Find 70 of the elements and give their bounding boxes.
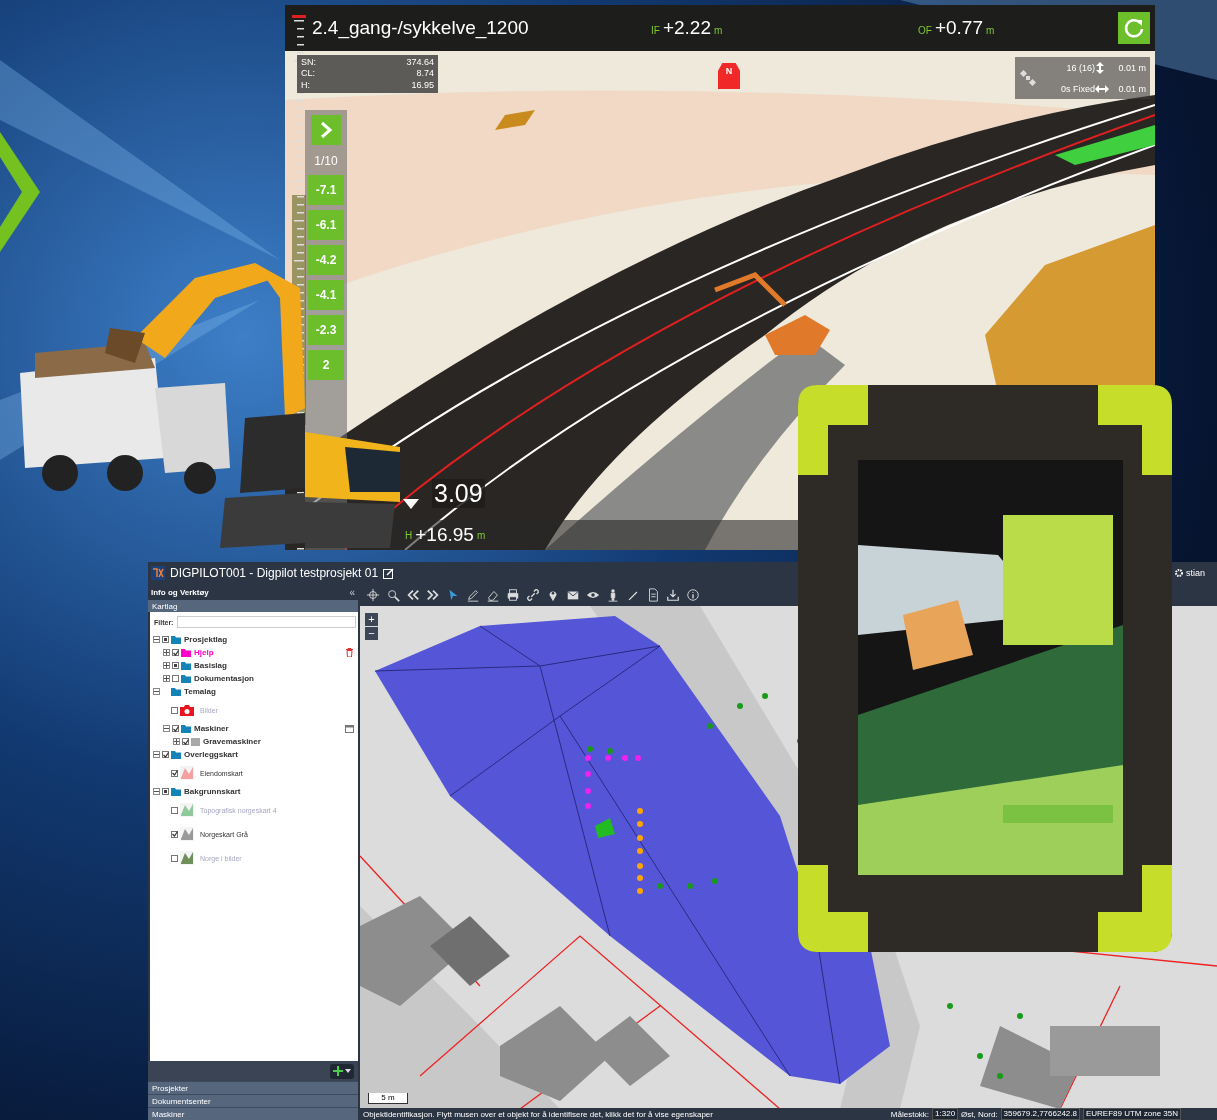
checkbox[interactable] xyxy=(171,769,178,777)
crosshair-icon xyxy=(365,588,380,602)
layer-name[interactable]: Maskiner xyxy=(194,724,229,733)
coords-label: Øst, Nord: xyxy=(961,1109,998,1119)
status-message: Objektidentifikasjon. Flytt musen over et objekt for å identifisere det, klikk det for å vise egenskaper xyxy=(363,1109,714,1119)
expand-toggle[interactable] xyxy=(153,751,160,758)
layer-name[interactable]: Gravemaskiner xyxy=(203,737,261,746)
crs-field: EUREF89 UTM zone 35N xyxy=(1082,1108,1181,1120)
checkbox[interactable] xyxy=(172,675,179,682)
layer-name[interactable]: Dokumentasjon xyxy=(194,674,254,683)
collapse-button[interactable]: « xyxy=(349,586,355,598)
folder-icon xyxy=(171,750,181,759)
checkbox[interactable] xyxy=(172,649,179,656)
download-icon xyxy=(665,588,680,602)
crosshair-tool[interactable] xyxy=(364,586,381,604)
checkbox[interactable] xyxy=(162,636,169,643)
user-name[interactable]: stian xyxy=(1186,568,1205,578)
layer-name[interactable]: Bakgrunnskart xyxy=(184,787,241,796)
accordion-item[interactable]: Dokumentsenter xyxy=(148,1094,358,1107)
zoom-button[interactable]: + xyxy=(365,613,378,626)
info-tool[interactable] xyxy=(684,586,701,604)
checkbox[interactable] xyxy=(172,725,179,732)
trash-icon[interactable] xyxy=(345,648,354,657)
link-icon xyxy=(525,588,540,602)
expand-toggle[interactable] xyxy=(153,636,160,643)
accordion-item[interactable]: Maskiner xyxy=(148,1107,358,1120)
layer-name[interactable]: Overleggskart xyxy=(184,750,238,759)
layer-name[interactable]: Prosjektlag xyxy=(184,635,228,644)
double-right-icon xyxy=(425,588,440,602)
checkbox[interactable] xyxy=(171,830,178,838)
expand-toggle[interactable] xyxy=(153,688,160,695)
pencil-icon xyxy=(465,588,480,602)
checkbox[interactable] xyxy=(182,738,189,745)
checkbox[interactable] xyxy=(162,751,169,758)
expand-toggle[interactable] xyxy=(163,649,170,656)
camera-icon xyxy=(180,704,194,716)
double-left-icon xyxy=(405,588,420,602)
expand-toggle[interactable] xyxy=(173,738,180,745)
panel-title: Info og Verktøy xyxy=(151,587,209,597)
plus-icon xyxy=(333,1066,351,1076)
printer-icon xyxy=(505,588,520,602)
link-tool[interactable] xyxy=(524,586,541,604)
scale-label: Målestokk: xyxy=(890,1109,930,1119)
folder-icon xyxy=(171,787,181,796)
layer-name[interactable]: Temalag xyxy=(184,687,216,696)
zoom-button[interactable]: − xyxy=(365,627,378,640)
info-icon xyxy=(685,588,700,602)
layer-name[interactable]: Basislag xyxy=(194,661,227,670)
add-layer-button[interactable] xyxy=(330,1063,354,1079)
folder-icon xyxy=(181,724,191,733)
expand-toggle[interactable] xyxy=(163,725,170,732)
app-logo-icon xyxy=(151,566,165,580)
coords-field: 359679.2,7766242.8 xyxy=(1000,1108,1080,1120)
window-title: DIGPILOT001 - Digpilot testprosjekt 01 xyxy=(170,566,379,580)
expand-toggle[interactable] xyxy=(163,675,170,682)
zoom-icon xyxy=(385,588,400,602)
checkbox[interactable] xyxy=(162,788,169,795)
expand-toggle[interactable] xyxy=(153,788,160,795)
filter-field[interactable] xyxy=(177,616,357,628)
scale-bar: 5 m xyxy=(368,1093,408,1104)
edit-icon[interactable] xyxy=(383,567,395,579)
eraser-icon xyxy=(485,588,500,602)
scale-field: 1:320 xyxy=(932,1108,959,1120)
section-header: Kartlag xyxy=(148,600,358,612)
mail-icon xyxy=(565,588,580,602)
accordion-item[interactable]: Prosjekter xyxy=(148,1081,358,1094)
checkbox[interactable] xyxy=(172,662,179,669)
calendar-icon[interactable] xyxy=(345,724,354,733)
square-icon xyxy=(191,737,200,746)
expand-toggle[interactable] xyxy=(163,662,170,669)
